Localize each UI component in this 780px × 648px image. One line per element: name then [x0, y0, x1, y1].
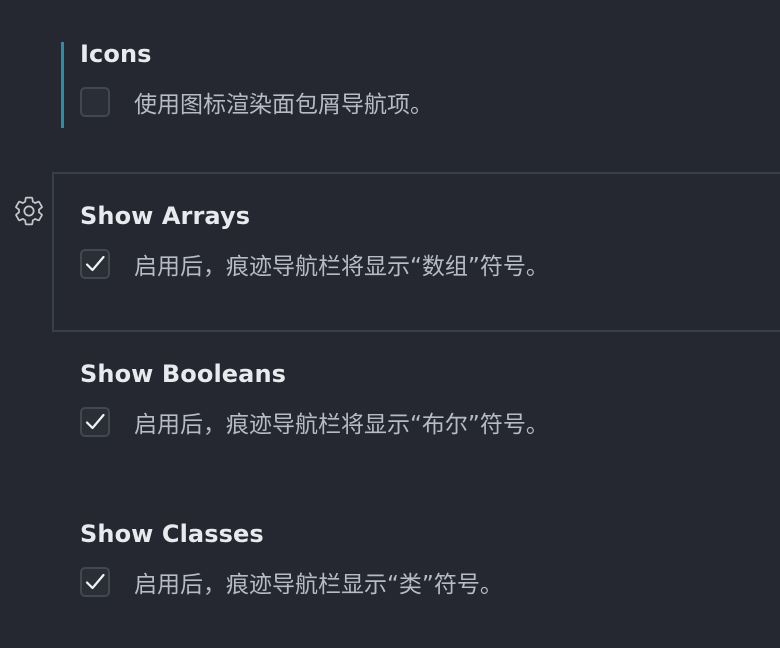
- checkmark-icon: [85, 413, 105, 430]
- setting-show-arrays: Show Arrays 启用后，痕迹导航栏将显示“数组”符号。: [52, 172, 780, 332]
- setting-checkbox[interactable]: [80, 87, 110, 117]
- settings-page: Icons 使用图标渲染面包屑导航项。 Show Arrays 启用后，痕迹导航…: [0, 0, 780, 648]
- setting-checkbox[interactable]: [80, 249, 110, 279]
- checkmark-icon: [85, 573, 105, 590]
- setting-description: 启用后，痕迹导航栏将显示“数组”符号。: [134, 254, 549, 280]
- setting-checkbox[interactable]: [80, 567, 110, 597]
- setting-icons: Icons 使用图标渲染面包屑导航项。: [52, 0, 780, 160]
- setting-title: Show Arrays: [80, 202, 251, 230]
- setting-title: Icons: [80, 40, 152, 68]
- setting-title: Show Booleans: [80, 360, 287, 388]
- setting-description: 启用后，痕迹导航栏将显示“布尔”符号。: [134, 412, 549, 438]
- checkmark-icon: [85, 255, 105, 272]
- gear-icon[interactable]: [13, 195, 45, 227]
- setting-show-classes: Show Classes 启用后，痕迹导航栏显示“类”符号。: [52, 492, 780, 648]
- setting-description: 使用图标渲染面包屑导航项。: [134, 92, 433, 118]
- setting-show-booleans: Show Booleans 启用后，痕迹导航栏将显示“布尔”符号。: [52, 332, 780, 492]
- setting-checkbox[interactable]: [80, 407, 110, 437]
- setting-description: 启用后，痕迹导航栏显示“类”符号。: [134, 572, 503, 598]
- setting-title: Show Classes: [80, 520, 264, 548]
